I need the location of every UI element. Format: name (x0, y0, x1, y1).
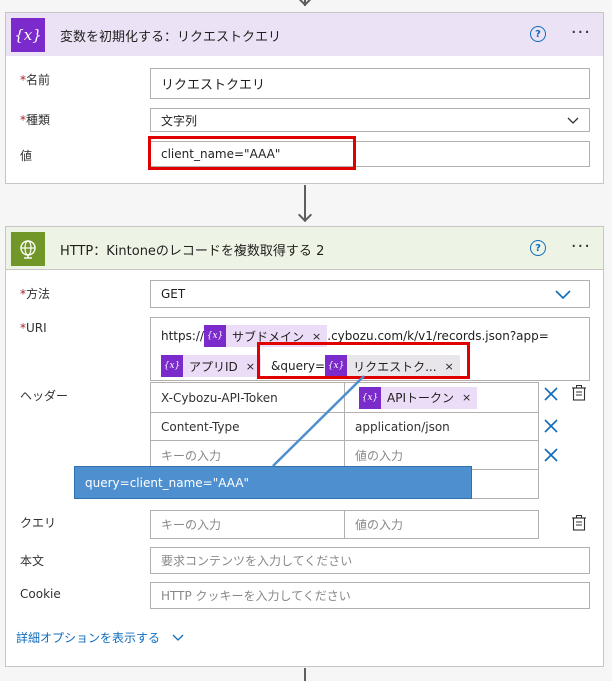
callout-line (272, 375, 365, 467)
query-value-callout: query=client_name="AAA" (74, 466, 472, 499)
bottom-connector (304, 668, 306, 681)
